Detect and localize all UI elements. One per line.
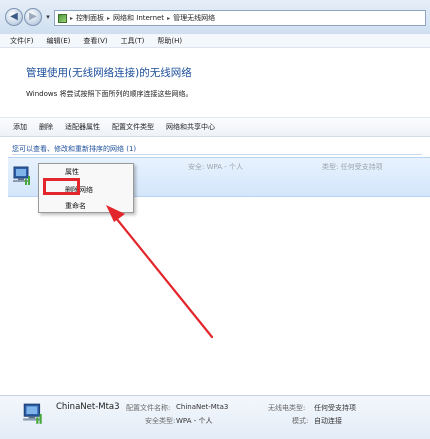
page-title: 管理使用(无线网络连接)的无线网络 bbox=[26, 67, 192, 79]
wireless-network-icon bbox=[23, 403, 42, 424]
network-type: 类型: 任何受支持项 bbox=[322, 163, 383, 171]
chevron-right-icon: ▸ bbox=[70, 14, 74, 22]
details-profile-value: ChinaNet-Mta3 bbox=[176, 403, 229, 411]
menu-help[interactable]: 帮助(H) bbox=[157, 36, 182, 46]
menu-tools[interactable]: 工具(T) bbox=[121, 36, 145, 46]
details-mode-value: 自动连接 bbox=[314, 417, 342, 425]
list-header: 您可以查看、修改和重新排序的网络 (1) bbox=[12, 145, 137, 153]
network-security: 安全: WPA - 个人 bbox=[188, 163, 244, 171]
breadcrumb-control-panel[interactable]: 控制面板 bbox=[76, 13, 104, 23]
add-button[interactable]: 添加 bbox=[13, 122, 27, 132]
menu-edit[interactable]: 编辑(E) bbox=[47, 36, 71, 46]
details-profile-label: 配置文件名称: bbox=[126, 404, 171, 412]
forward-button[interactable]: ▶ bbox=[24, 8, 42, 26]
menu-item-rename[interactable]: 重命名 bbox=[65, 201, 86, 211]
breadcrumb-network[interactable]: 网络和 Internet bbox=[113, 13, 164, 23]
toolbar: 添加 删除 适配器属性 配置文件类型 网络和共享中心 bbox=[0, 117, 430, 137]
adapter-properties-button[interactable]: 适配器属性 bbox=[65, 122, 100, 132]
address-bar-area: ◀ ▶ ▾ ▸ 控制面板 ▸ 网络和 Internet ▸ 管理无线网络 bbox=[0, 0, 430, 35]
highlight-box bbox=[43, 178, 80, 195]
delete-button[interactable]: 删除 bbox=[39, 122, 53, 132]
forward-arrow-icon: ▶ bbox=[29, 11, 37, 22]
details-mode-label: 模式: bbox=[292, 417, 309, 425]
details-network-name: ChinaNet-Mta3 bbox=[56, 402, 120, 412]
address-field[interactable]: ▸ 控制面板 ▸ 网络和 Internet ▸ 管理无线网络 bbox=[54, 10, 426, 26]
wireless-network-icon bbox=[13, 166, 30, 185]
menu-file[interactable]: 文件(F) bbox=[10, 36, 34, 46]
details-radio-label: 无线电类型: bbox=[268, 404, 306, 412]
breadcrumb-manage-wireless[interactable]: 管理无线网络 bbox=[173, 13, 215, 23]
back-arrow-icon: ◀ bbox=[10, 11, 18, 22]
history-dropdown[interactable]: ▾ bbox=[44, 12, 52, 22]
chevron-right-icon: ▸ bbox=[107, 14, 111, 22]
network-sharing-center-button[interactable]: 网络和共享中心 bbox=[166, 122, 215, 132]
details-security-label: 安全类型: bbox=[145, 417, 176, 425]
details-radio-value: 任何受支持项 bbox=[314, 404, 356, 412]
chevron-right-icon: ▸ bbox=[167, 14, 171, 22]
divider bbox=[12, 154, 422, 155]
profile-type-button[interactable]: 配置文件类型 bbox=[112, 122, 154, 132]
menu-item-properties[interactable]: 属性 bbox=[65, 167, 79, 177]
chevron-down-icon: ▾ bbox=[46, 13, 50, 21]
control-panel-icon bbox=[58, 13, 67, 23]
menu-view[interactable]: 查看(V) bbox=[83, 36, 107, 46]
page-description: Windows 将尝试按照下面所列的顺序连接这些网络。 bbox=[26, 90, 193, 98]
back-button[interactable]: ◀ bbox=[5, 8, 23, 26]
details-security-value: WPA - 个人 bbox=[176, 417, 213, 425]
menu-bar: 文件(F) 编辑(E) 查看(V) 工具(T) 帮助(H) bbox=[0, 34, 430, 48]
